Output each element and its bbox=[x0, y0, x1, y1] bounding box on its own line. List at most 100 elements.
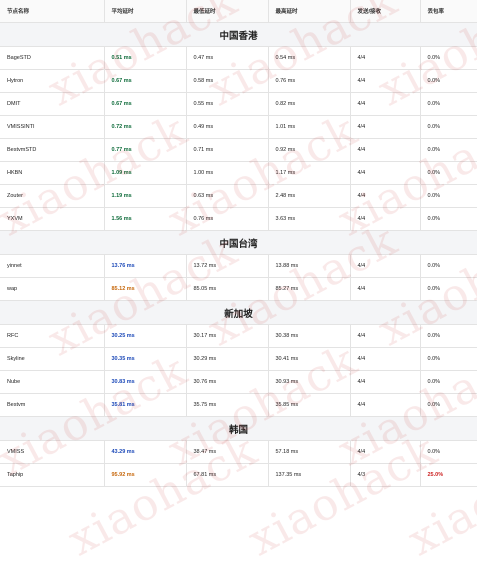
section-title: 中国台湾 bbox=[0, 230, 477, 255]
cell-avg-latency: 30.25 ms bbox=[104, 324, 187, 348]
header-min-latency[interactable]: 最低延时 bbox=[186, 0, 269, 23]
cell-min-latency: 0.55 ms bbox=[186, 92, 269, 116]
cell-node-name: BageSTD bbox=[0, 46, 105, 70]
cell-sent-received: 4/4 bbox=[350, 370, 421, 394]
header-sent-received[interactable]: 发送/接收 bbox=[350, 0, 421, 23]
header-avg-latency[interactable]: 平均延时 bbox=[104, 0, 187, 23]
section-title: 韩国 bbox=[0, 416, 477, 441]
header-max-latency[interactable]: 最高延时 bbox=[268, 0, 351, 23]
cell-avg-latency: 1.56 ms bbox=[104, 207, 187, 231]
cell-min-latency: 0.76 ms bbox=[186, 207, 269, 231]
cell-min-latency: 67.81 ms bbox=[186, 463, 269, 487]
cell-min-latency: 0.58 ms bbox=[186, 69, 269, 93]
header-node-name[interactable]: 节点名称 bbox=[0, 0, 105, 23]
cell-packet-loss: 0.0% bbox=[420, 440, 477, 464]
cell-avg-latency: 0.77 ms bbox=[104, 138, 187, 162]
cell-min-latency: 38.47 ms bbox=[186, 440, 269, 464]
cell-node-name: Hytron bbox=[0, 69, 105, 93]
cell-packet-loss: 0.0% bbox=[420, 115, 477, 139]
cell-avg-latency: 0.51 ms bbox=[104, 46, 187, 70]
cell-packet-loss: 0.0% bbox=[420, 161, 477, 185]
table-row: Hytron 0.67 ms 0.58 ms 0.76 ms 4/4 0.0% bbox=[0, 69, 477, 93]
cell-node-name: DMIT bbox=[0, 92, 105, 116]
cell-node-name: YXVM bbox=[0, 207, 105, 231]
cell-max-latency: 0.92 ms bbox=[268, 138, 351, 162]
cell-sent-received: 4/4 bbox=[350, 184, 421, 208]
cell-sent-received: 4/4 bbox=[350, 277, 421, 301]
table-row: wap 85.12 ms 85.05 ms 85.27 ms 4/4 0.0% bbox=[0, 277, 477, 301]
cell-sent-received: 4/4 bbox=[350, 440, 421, 464]
cell-max-latency: 3.63 ms bbox=[268, 207, 351, 231]
table-row: Nube 30.83 ms 30.76 ms 30.93 ms 4/4 0.0% bbox=[0, 370, 477, 394]
cell-avg-latency: 95.92 ms bbox=[104, 463, 187, 487]
cell-min-latency: 13.72 ms bbox=[186, 254, 269, 278]
table-row: yinnet 13.76 ms 13.72 ms 13.88 ms 4/4 0.0% bbox=[0, 254, 477, 278]
cell-avg-latency: 43.29 ms bbox=[104, 440, 187, 464]
cell-min-latency: 1.00 ms bbox=[186, 161, 269, 185]
cell-node-name: Nube bbox=[0, 370, 105, 394]
cell-sent-received: 4/4 bbox=[350, 207, 421, 231]
table-row: Skyline 30.35 ms 30.29 ms 30.41 ms 4/4 0.0% bbox=[0, 347, 477, 371]
cell-max-latency: 30.93 ms bbox=[268, 370, 351, 394]
cell-min-latency: 30.17 ms bbox=[186, 324, 269, 348]
cell-max-latency: 13.88 ms bbox=[268, 254, 351, 278]
cell-max-latency: 1.17 ms bbox=[268, 161, 351, 185]
cell-node-name: Bestvm bbox=[0, 393, 105, 417]
cell-node-name: BestvmSTD bbox=[0, 138, 105, 162]
cell-avg-latency: 85.12 ms bbox=[104, 277, 187, 301]
cell-node-name: Taphip bbox=[0, 463, 105, 487]
cell-node-name: Skyline bbox=[0, 347, 105, 371]
cell-max-latency: 0.54 ms bbox=[268, 46, 351, 70]
cell-max-latency: 30.41 ms bbox=[268, 347, 351, 371]
table-row: Zouter 1.19 ms 0.63 ms 2.48 ms 4/4 0.0% bbox=[0, 184, 477, 208]
cell-min-latency: 30.29 ms bbox=[186, 347, 269, 371]
cell-sent-received: 4/3 bbox=[350, 463, 421, 487]
cell-sent-received: 4/4 bbox=[350, 69, 421, 93]
cell-packet-loss: 0.0% bbox=[420, 393, 477, 417]
cell-avg-latency: 0.67 ms bbox=[104, 92, 187, 116]
section-header-row: 中国台湾 bbox=[0, 230, 477, 255]
latency-table: 节点名称 平均延时 最低延时 最高延时 发送/接收 丢包率 中国香港 BageST… bbox=[0, 0, 477, 487]
table-body: 中国香港 BageSTD 0.51 ms 0.47 ms 0.54 ms 4/4 0.0% H… bbox=[0, 22, 477, 487]
cell-max-latency: 0.82 ms bbox=[268, 92, 351, 116]
cell-avg-latency: 0.72 ms bbox=[104, 115, 187, 139]
cell-sent-received: 4/4 bbox=[350, 92, 421, 116]
cell-node-name: VMISS bbox=[0, 440, 105, 464]
table-row: RFC 30.25 ms 30.17 ms 30.38 ms 4/4 0.0% bbox=[0, 324, 477, 348]
section-header-row: 新加坡 bbox=[0, 300, 477, 325]
cell-min-latency: 0.47 ms bbox=[186, 46, 269, 70]
cell-packet-loss: 0.0% bbox=[420, 207, 477, 231]
cell-sent-received: 4/4 bbox=[350, 138, 421, 162]
cell-node-name: HKBN bbox=[0, 161, 105, 185]
cell-min-latency: 35.75 ms bbox=[186, 393, 269, 417]
cell-max-latency: 35.85 ms bbox=[268, 393, 351, 417]
cell-node-name: yinnet bbox=[0, 254, 105, 278]
cell-packet-loss: 0.0% bbox=[420, 184, 477, 208]
section-header-row: 韩国 bbox=[0, 416, 477, 441]
cell-avg-latency: 35.81 ms bbox=[104, 393, 187, 417]
cell-node-name: Zouter bbox=[0, 184, 105, 208]
section-header-row: 中国香港 bbox=[0, 22, 477, 47]
cell-sent-received: 4/4 bbox=[350, 115, 421, 139]
cell-max-latency: 2.48 ms bbox=[268, 184, 351, 208]
cell-sent-received: 4/4 bbox=[350, 254, 421, 278]
cell-packet-loss: 0.0% bbox=[420, 324, 477, 348]
cell-avg-latency: 0.67 ms bbox=[104, 69, 187, 93]
cell-packet-loss: 0.0% bbox=[420, 347, 477, 371]
table-row: BageSTD 0.51 ms 0.47 ms 0.54 ms 4/4 0.0% bbox=[0, 46, 477, 70]
table-row: Bestvm 35.81 ms 35.75 ms 35.85 ms 4/4 0.0% bbox=[0, 393, 477, 417]
cell-avg-latency: 13.76 ms bbox=[104, 254, 187, 278]
table-row: YXVM 1.56 ms 0.76 ms 3.63 ms 4/4 0.0% bbox=[0, 207, 477, 231]
cell-min-latency: 0.63 ms bbox=[186, 184, 269, 208]
header-packet-loss[interactable]: 丢包率 bbox=[420, 0, 477, 23]
cell-packet-loss: 0.0% bbox=[420, 92, 477, 116]
table-row: DMIT 0.67 ms 0.55 ms 0.82 ms 4/4 0.0% bbox=[0, 92, 477, 116]
table-row: VMISSINTI 0.72 ms 0.49 ms 1.01 ms 4/4 0.0% bbox=[0, 115, 477, 139]
cell-packet-loss: 0.0% bbox=[420, 254, 477, 278]
cell-min-latency: 0.71 ms bbox=[186, 138, 269, 162]
cell-max-latency: 1.01 ms bbox=[268, 115, 351, 139]
cell-packet-loss: 0.0% bbox=[420, 138, 477, 162]
section-title: 中国香港 bbox=[0, 22, 477, 47]
cell-avg-latency: 1.19 ms bbox=[104, 184, 187, 208]
cell-packet-loss: 0.0% bbox=[420, 46, 477, 70]
